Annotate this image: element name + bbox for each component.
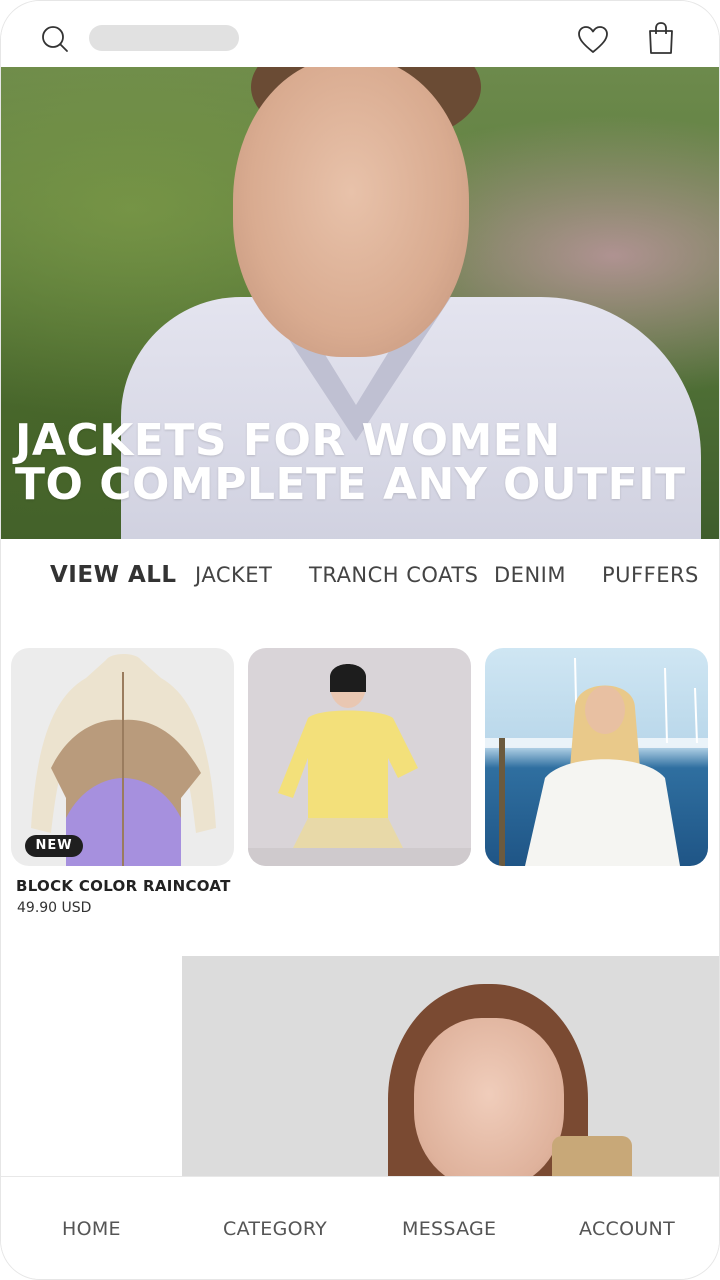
nav-category[interactable]: CATEGORY bbox=[223, 1218, 327, 1240]
yellow-jacket-illustration bbox=[248, 664, 471, 866]
app-screen: JACKETS FOR WOMEN TO COMPLETE ANY OUTFIT… bbox=[0, 0, 720, 1280]
new-badge: NEW bbox=[25, 835, 83, 857]
product-name[interactable]: BLOCK COLOR RAINCOAT bbox=[16, 877, 231, 895]
hero-title: JACKETS FOR WOMEN TO COMPLETE ANY OUTFIT bbox=[15, 419, 686, 507]
heart-icon[interactable] bbox=[577, 25, 609, 55]
shopping-bag-icon[interactable] bbox=[645, 21, 677, 55]
nav-message[interactable]: MESSAGE bbox=[402, 1218, 496, 1240]
product-image-raincoat[interactable] bbox=[11, 648, 234, 866]
tab-puffers[interactable]: PUFFERS bbox=[602, 563, 699, 587]
tab-jacket[interactable]: JACKET bbox=[195, 563, 272, 587]
product-image-yellow-jacket[interactable] bbox=[248, 648, 471, 866]
white-jacket-illustration bbox=[485, 657, 708, 866]
hero-title-line1: JACKETS FOR WOMEN bbox=[15, 415, 561, 466]
search-input[interactable] bbox=[89, 25, 239, 51]
promo-banner[interactable] bbox=[182, 956, 719, 1178]
product-image-white-denim-jacket[interactable] bbox=[485, 648, 708, 866]
raincoat-illustration bbox=[31, 654, 216, 866]
nav-account[interactable]: ACCOUNT bbox=[579, 1218, 675, 1240]
product-price: 49.90 USD bbox=[17, 900, 92, 916]
search-icon[interactable] bbox=[41, 25, 69, 53]
top-bar bbox=[1, 1, 719, 67]
banner-photo-model bbox=[414, 1018, 564, 1178]
hero-title-line2: TO COMPLETE ANY OUTFIT bbox=[15, 459, 686, 510]
banner-photo-coat bbox=[552, 1136, 632, 1178]
tab-tranch-coats[interactable]: TRANCH COATS bbox=[309, 563, 479, 587]
hero-banner[interactable]: JACKETS FOR WOMEN TO COMPLETE ANY OUTFIT bbox=[1, 67, 719, 539]
nav-home[interactable]: HOME bbox=[62, 1218, 121, 1240]
bottom-nav: HOME CATEGORY MESSAGE ACCOUNT bbox=[1, 1176, 719, 1279]
category-tabs: VIEW ALL JACKET TRANCH COATS DENIM PUFFE… bbox=[1, 539, 719, 615]
tab-denim[interactable]: DENIM bbox=[494, 563, 566, 587]
tab-view-all[interactable]: VIEW ALL bbox=[50, 562, 177, 588]
hero-photo-model bbox=[233, 67, 469, 357]
